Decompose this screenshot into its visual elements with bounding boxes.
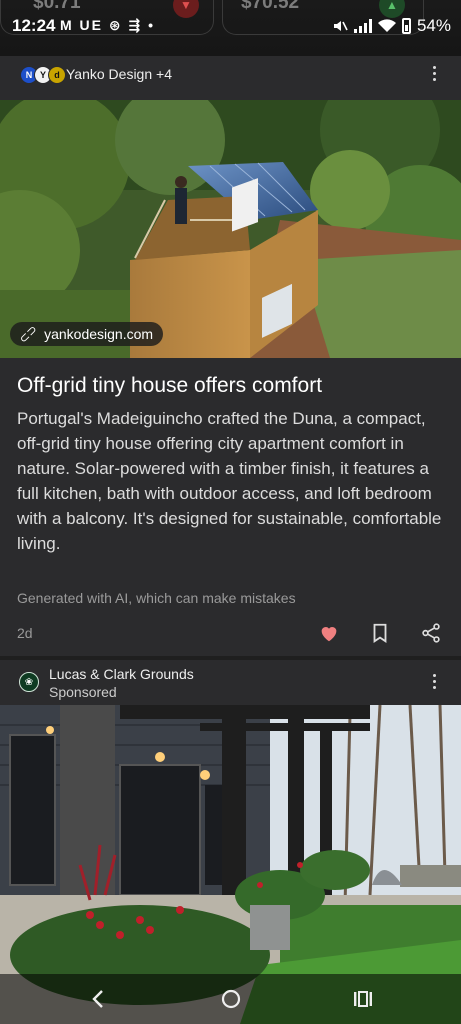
share-icon[interactable]	[420, 622, 442, 644]
more-options-icon[interactable]	[431, 66, 437, 84]
article-headline[interactable]: Off-grid tiny house offers comfort	[17, 374, 322, 398]
bookmark-icon[interactable]	[369, 622, 391, 644]
ticker-value: $70.52	[241, 0, 300, 13]
tiny-house-illustration	[0, 100, 461, 358]
notification-icons: M UE ⊛ ⇶ •	[60, 17, 156, 33]
battery-percent: 54%	[416, 16, 451, 35]
article-image[interactable]: ⊂⊃ yankodesign.com	[0, 100, 461, 358]
recent-apps-icon[interactable]	[348, 986, 378, 1012]
source-logo: d	[48, 66, 66, 84]
advertiser-logo: ❀	[19, 672, 39, 692]
advertiser-name[interactable]: Lucas & Clark Grounds	[49, 666, 194, 682]
signal-icon	[353, 19, 372, 33]
sponsored-label: Sponsored	[49, 684, 117, 700]
source-name[interactable]: Yanko Design +4	[66, 66, 172, 82]
mute-icon	[333, 21, 348, 31]
clock: 12:24	[12, 16, 56, 35]
wifi-icon	[377, 19, 396, 32]
article-age: 2d	[17, 625, 33, 641]
ai-disclaimer: Generated with AI, which can make mistak…	[17, 590, 296, 606]
battery-icon	[401, 18, 411, 34]
source-link-text: yankodesign.com	[44, 326, 154, 342]
home-icon[interactable]	[216, 986, 246, 1012]
system-indicators: 54%	[332, 16, 451, 36]
status-bar: $0.71 ▼ $70.52 ▲ 12:24 M UE ⊛ ⇶ • 54%	[0, 0, 461, 56]
navigation-bar	[0, 974, 461, 1024]
article-summary: Portugal's Madeiguincho crafted the Duna…	[17, 409, 442, 553]
source-logos: N Y d	[20, 66, 66, 84]
article-card[interactable]: N Y d Yanko Design +4 ⊂⊃ yankodesign.com…	[0, 56, 461, 656]
more-options-icon[interactable]	[431, 674, 437, 692]
status-row: 12:24 M UE ⊛ ⇶ • 54%	[0, 14, 461, 40]
source-link-chip[interactable]: ⊂⊃ yankodesign.com	[10, 321, 164, 347]
back-icon[interactable]	[84, 986, 114, 1012]
link-icon: ⊂⊃	[15, 321, 41, 347]
source-row: N Y d Yanko Design +4	[0, 56, 461, 100]
ticker-value: $0.71	[33, 0, 81, 13]
heart-icon[interactable]	[318, 622, 340, 644]
sponsored-card[interactable]: ❀ Lucas & Clark Grounds Sponsored	[0, 660, 461, 1024]
